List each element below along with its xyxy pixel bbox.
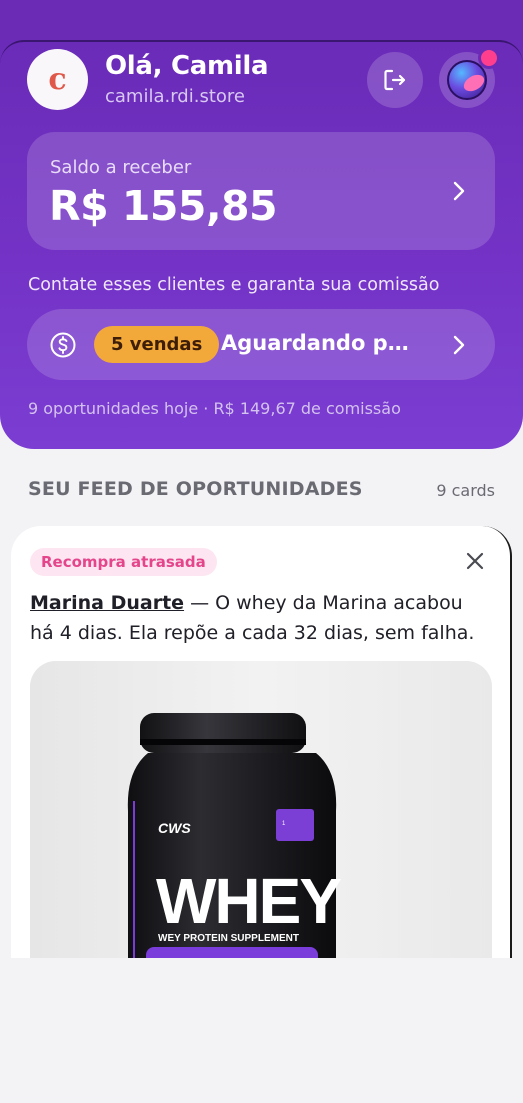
greeting-title: Olá, Camila [105,51,269,81]
status-badge: Recompra atrasada [30,548,217,576]
feed-title: SEU FEED DE OPORTUNIDADES [28,478,363,500]
store-logo[interactable]: c [27,49,88,110]
product-image: 1 CWS WHEY WEY PROTEIN SUPPLEMENT [30,661,492,958]
customer-link[interactable]: Marina Duarte [30,592,184,614]
contact-prompt: Contate esses clientes e garanta sua com… [28,275,440,295]
balance-value: R$ 155,85 [49,182,278,230]
dollar-circle-icon [50,332,76,358]
logo-letter: c [48,62,67,97]
sales-count-badge: 5 vendas [94,326,220,363]
chevron-right-icon [447,177,471,205]
logout-icon [384,69,406,91]
product-name: WHEY [156,865,341,937]
opportunity-message: Marina Duarte — O whey da Marina acabou … [30,588,490,648]
pending-sales-card[interactable]: 5 vendas Aguardando pagamento [27,309,495,380]
store-url[interactable]: camila.rdi.store [105,86,245,107]
balance-card[interactable]: Saldo a receber R$ 155,85 [27,132,495,250]
product-subtitle: WEY PROTEIN SUPPLEMENT [158,933,299,944]
opportunity-card[interactable]: Recompra atrasada Marina Duarte — O whey… [11,526,512,958]
notification-dot [478,47,500,69]
whey-tub-illustration: 1 CWS WHEY WEY PROTEIN SUPPLEMENT [30,661,492,958]
daily-summary: 9 oportunidades hoje · R$ 149,67 de comi… [28,399,401,418]
chevron-right-icon [447,331,471,359]
sales-status: Aguardando pagamento [221,331,421,355]
logout-button[interactable] [367,52,423,108]
balance-label: Saldo a receber [50,157,192,178]
feed-count: 9 cards [436,481,495,500]
status-bar [0,0,523,44]
close-icon[interactable] [465,551,485,571]
bottom-area [0,958,523,1103]
product-brand: CWS [158,820,191,836]
